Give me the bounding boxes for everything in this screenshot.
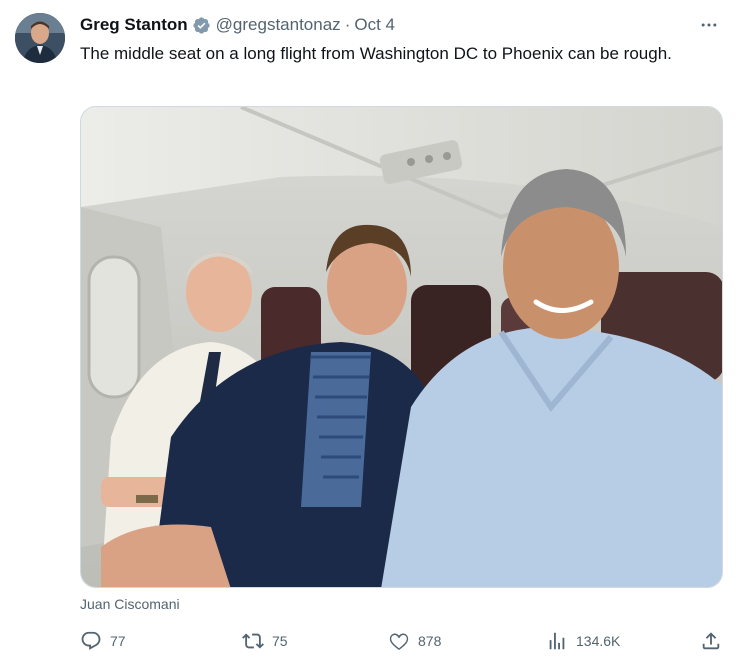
handle[interactable]: @gregstantonaz (216, 15, 341, 35)
tweet-text: The middle seat on a long flight from Wa… (80, 44, 672, 63)
views-count: 134.6K (576, 633, 621, 649)
retweet-button[interactable]: 75 (242, 627, 288, 655)
tweet-card[interactable]: Greg Stanton @gregstantonaz · Oct 4 The … (0, 0, 739, 671)
display-name[interactable]: Greg Stanton (80, 15, 188, 35)
tweet-photo[interactable] (80, 106, 723, 588)
tagged-user[interactable]: Juan Ciscomani (80, 596, 180, 612)
photo-tag[interactable]: Juan Ciscomani (80, 596, 180, 612)
retweet-count: 75 (272, 633, 288, 649)
share-icon (702, 632, 720, 650)
share-button[interactable] (700, 627, 722, 655)
tweet-header: Greg Stanton @gregstantonaz · Oct 4 (80, 14, 721, 36)
reply-icon (81, 631, 101, 650)
verified-badge-icon (192, 16, 211, 35)
separator-dot: · (344, 15, 351, 34)
like-button[interactable]: 878 (388, 627, 441, 655)
reply-count: 77 (110, 633, 126, 649)
views-button[interactable]: 134.6K (546, 627, 620, 655)
heart-icon (389, 633, 409, 650)
more-options-icon[interactable] (697, 14, 721, 36)
avatar[interactable] (15, 13, 65, 63)
tweet-date[interactable]: Oct 4 (354, 15, 395, 35)
retweet-icon (242, 633, 264, 649)
reply-button[interactable]: 77 (80, 627, 126, 655)
analytics-icon (549, 632, 565, 650)
tweet-actions: 77 75 878 134.6K (80, 627, 725, 655)
like-count: 878 (418, 633, 442, 649)
